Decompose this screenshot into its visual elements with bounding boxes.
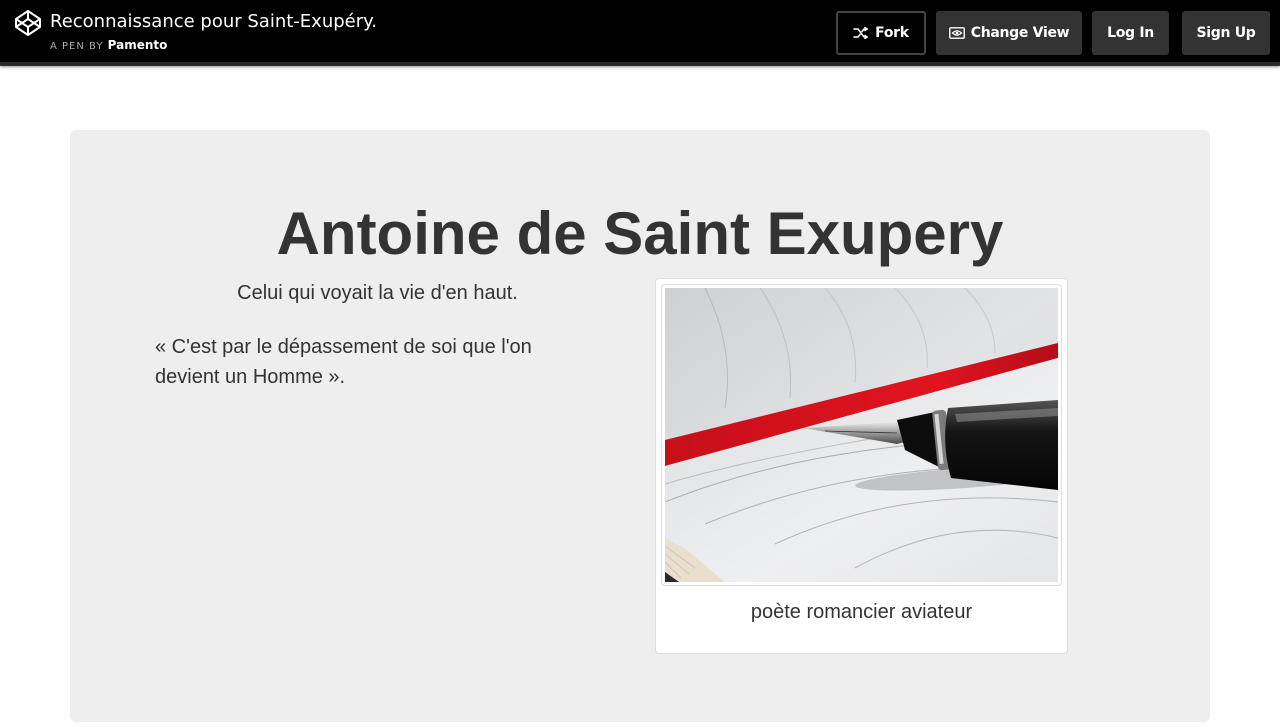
subtitle: Celui qui voyait la vie d'en haut. xyxy=(237,282,518,304)
log-in-button[interactable]: Log In xyxy=(1092,11,1169,55)
change-view-label: Change View xyxy=(970,25,1070,41)
page-title: Antoine de Saint Exupery xyxy=(276,200,1004,267)
image-caption: poète romancier aviateur xyxy=(750,601,973,623)
pen-title: Reconnaissance pour Saint-Exupéry. xyxy=(50,11,377,32)
codepen-logo-icon[interactable] xyxy=(14,9,42,37)
author-link[interactable]: Pamento xyxy=(108,38,168,52)
log-in-label: Log In xyxy=(1107,25,1154,41)
fountain-pen-image xyxy=(665,288,1058,582)
image-frame xyxy=(661,284,1062,586)
codepen-header: Reconnaissance pour Saint-Exupéry. A PEN… xyxy=(0,0,1280,66)
fork-icon xyxy=(853,27,869,39)
fork-button[interactable]: Fork xyxy=(836,11,926,55)
change-view-button[interactable]: Change View xyxy=(936,11,1082,55)
pen-byline: A PEN BY Pamento xyxy=(50,38,167,52)
fork-label: Fork xyxy=(875,25,909,41)
eye-icon xyxy=(948,27,965,39)
byline-prefix: A PEN BY xyxy=(50,41,104,52)
sign-up-button[interactable]: Sign Up xyxy=(1182,11,1270,55)
sign-up-label: Sign Up xyxy=(1196,25,1256,41)
image-thumbnail: poète romancier aviateur xyxy=(655,278,1068,654)
quote: « C'est par le dépassement de soi que l'… xyxy=(155,336,532,388)
